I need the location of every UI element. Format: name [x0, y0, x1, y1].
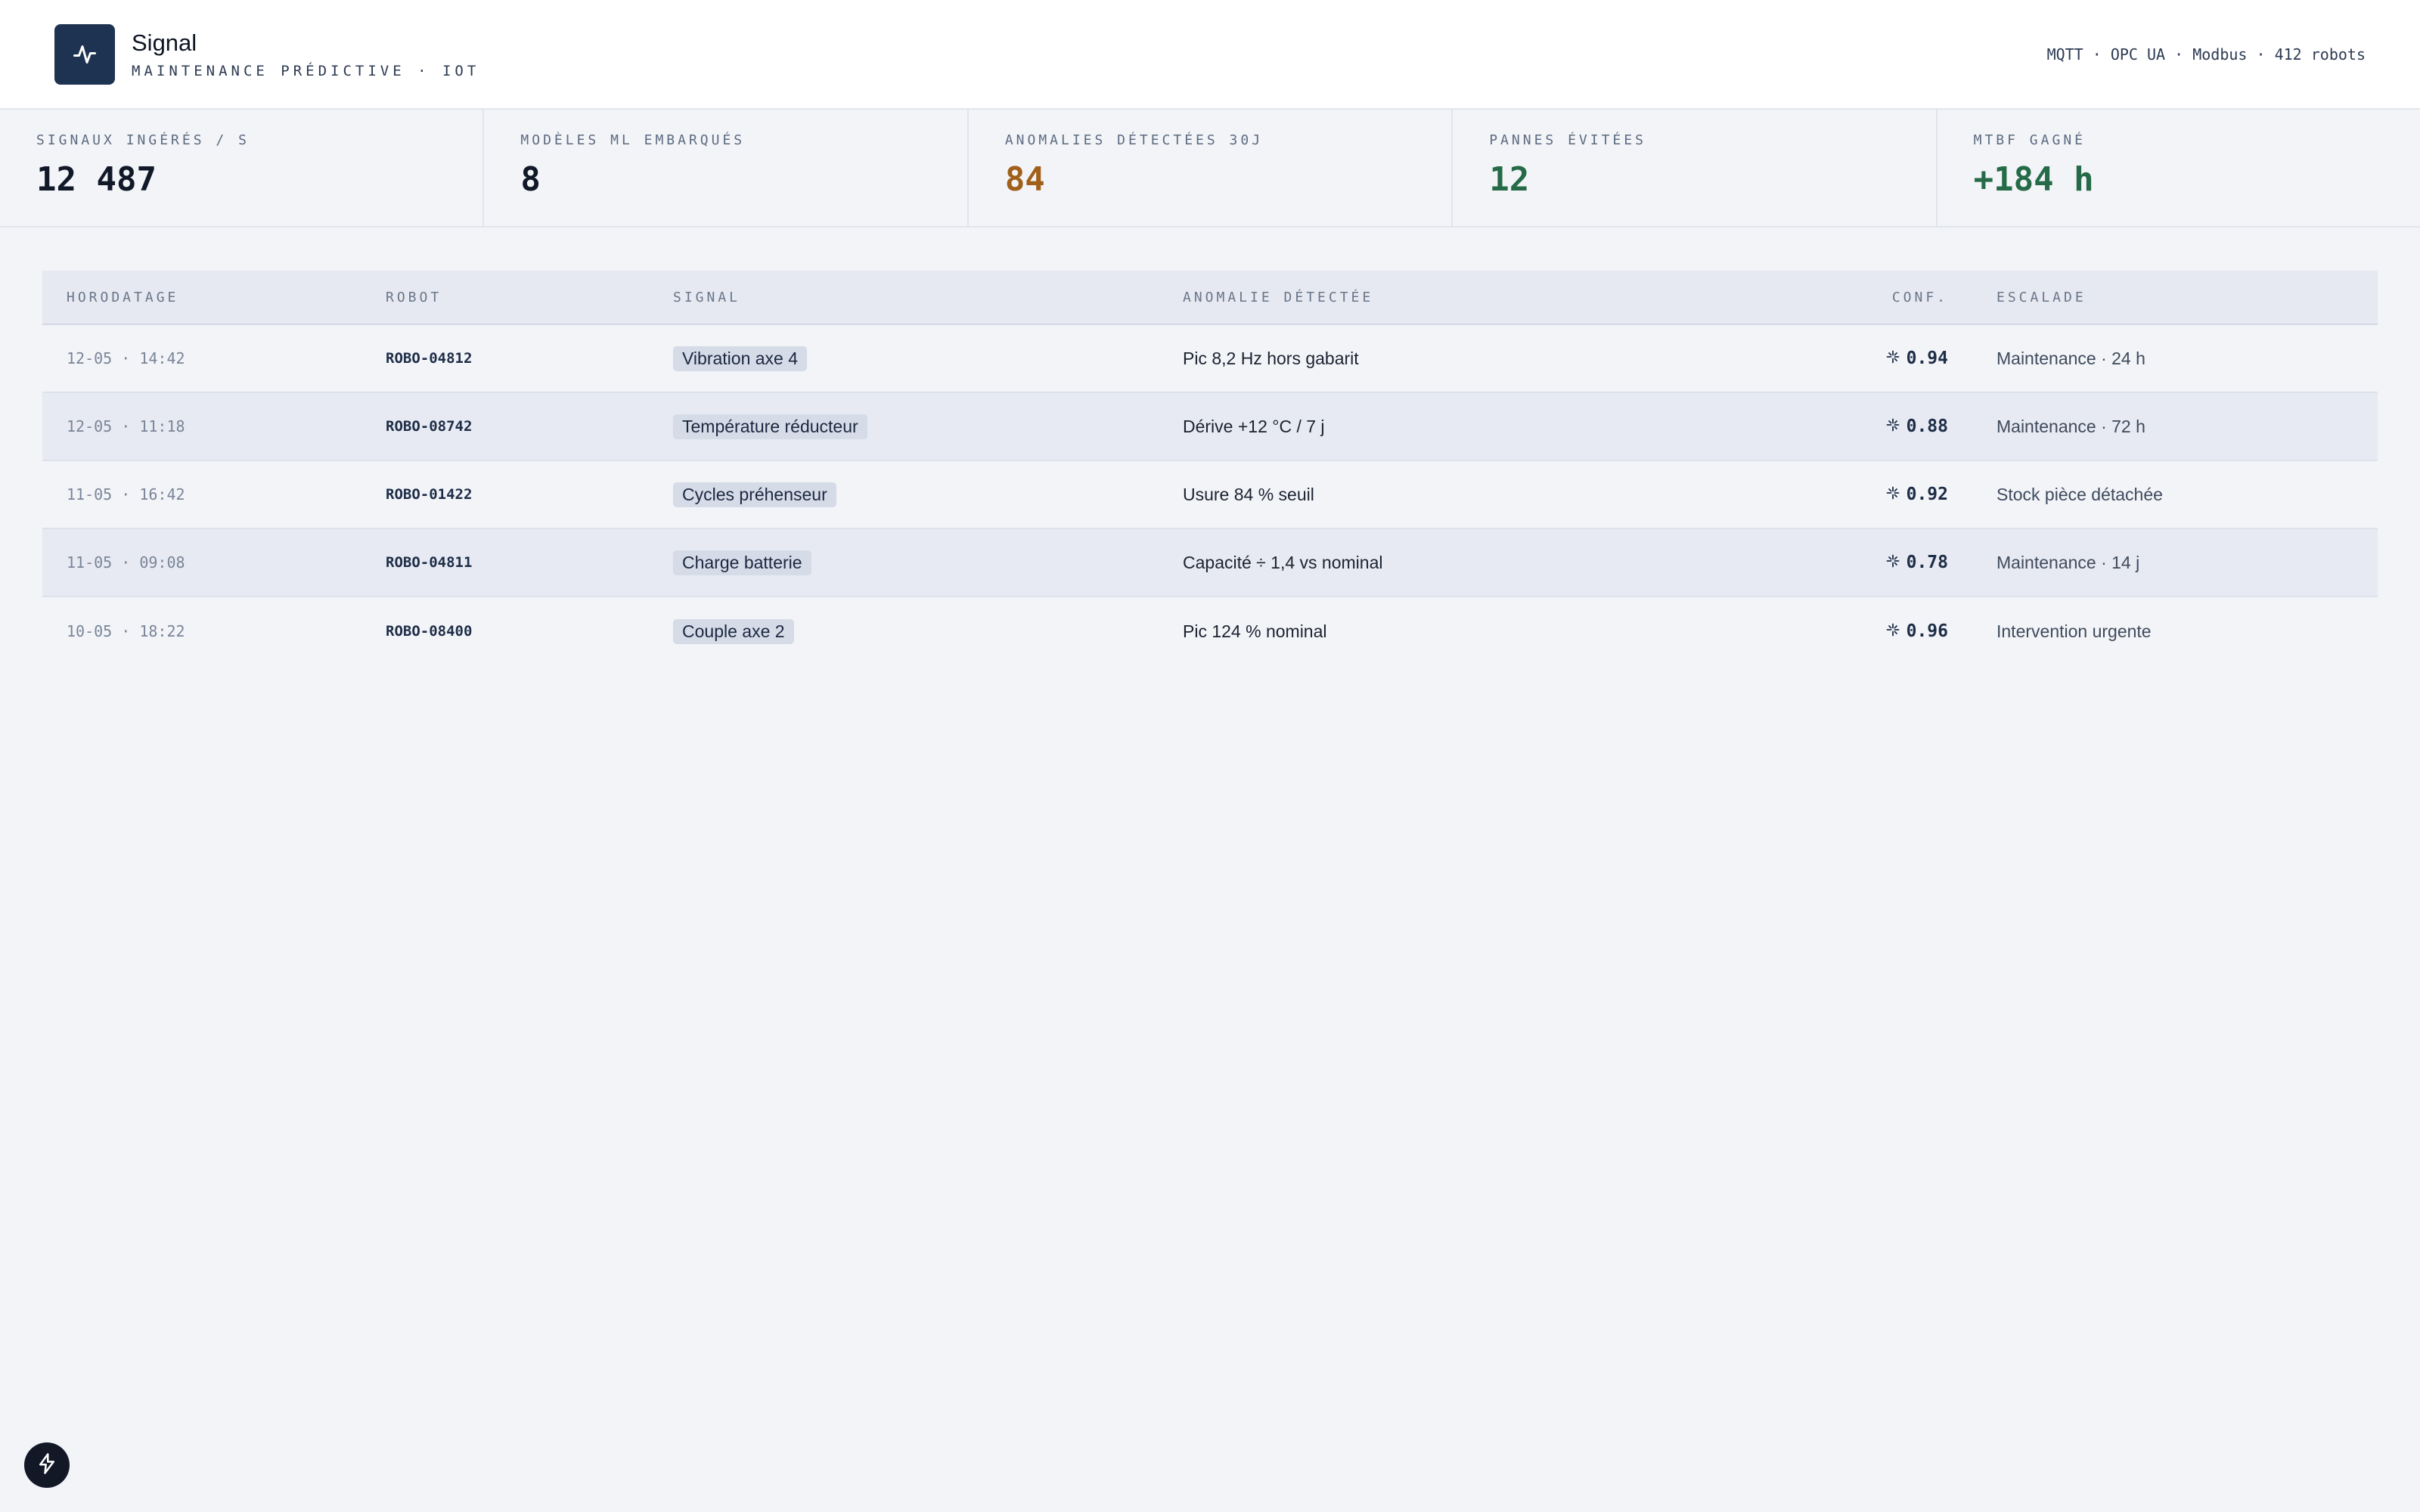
robot-id-cell[interactable]: ROBO-01422	[386, 486, 673, 503]
sparkle-icon	[1885, 622, 1900, 641]
kpi-label: MTBF GAGNÉ	[1973, 132, 2086, 148]
brand[interactable]: Signal MAINTENANCE PRÉDICTIVE · IOT	[54, 23, 480, 85]
confidence-cell: 0.88	[1885, 417, 1948, 436]
kpi-value: 8	[520, 160, 541, 199]
kpi-label: PANNES ÉVITÉES	[1489, 132, 1646, 148]
timestamp-cell: 11-05 · 09:08	[67, 553, 185, 572]
kpi-label: SIGNAUX INGÉRÉS / S	[36, 132, 250, 148]
timestamp-cell: 12-05 · 14:42	[67, 349, 185, 367]
kpi-anomalies: ANOMALIES DÉTECTÉES 30J 84	[969, 110, 1454, 226]
table-body: 12-05 · 14:42 ROBO-04812 Vibration axe 4…	[42, 325, 2378, 665]
signal-tag: Température réducteur	[673, 414, 867, 439]
app-title: Signal	[132, 29, 197, 56]
confidence-cell: 0.92	[1885, 485, 1948, 504]
kpi-label: MODÈLES ML EMBARQUÉS	[520, 132, 746, 148]
kpi-value: +184 h	[1973, 160, 2094, 199]
signal-tag: Vibration axe 4	[673, 345, 808, 371]
table-row[interactable]: 11-05 · 16:42 ROBO-01422 Cycles préhense…	[42, 461, 2378, 529]
signal-tag: Charge batterie	[673, 550, 811, 575]
app-subtitle: MAINTENANCE PRÉDICTIVE · IOT	[132, 62, 480, 79]
robot-id-cell[interactable]: ROBO-04811	[386, 554, 673, 571]
column-header-escalation[interactable]: ESCALADE	[1948, 290, 2378, 305]
column-header-confidence[interactable]: CONF.	[1758, 290, 1948, 305]
escalation-cell: Maintenance · 24 h	[1996, 348, 2145, 368]
anomaly-cell: Dérive +12 °C / 7 j	[1183, 416, 1325, 436]
kpi-strip: SIGNAUX INGÉRÉS / S 12 487 MODÈLES ML EM…	[0, 110, 2420, 228]
confidence-value: 0.92	[1906, 485, 1948, 504]
escalation-cell: Stock pièce détachée	[1996, 484, 2163, 504]
confidence-value: 0.88	[1906, 417, 1948, 436]
confidence-cell: 0.94	[1885, 349, 1948, 368]
confidence-cell: 0.96	[1885, 621, 1948, 641]
sparkle-icon	[1885, 417, 1900, 436]
signal-tag: Cycles préhenseur	[673, 482, 836, 507]
robot-id-cell[interactable]: ROBO-08400	[386, 623, 673, 640]
anomaly-cell: Usure 84 % seuil	[1183, 484, 1314, 504]
robot-id-cell[interactable]: ROBO-04812	[386, 350, 673, 367]
kpi-value: 12	[1489, 160, 1530, 199]
table-header: HORODATAGE ROBOT SIGNAL ANOMALIE DÉTECTÉ…	[42, 271, 2378, 325]
table-row[interactable]: 11-05 · 09:08 ROBO-04811 Charge batterie…	[42, 529, 2378, 597]
anomaly-table: HORODATAGE ROBOT SIGNAL ANOMALIE DÉTECTÉ…	[42, 271, 2378, 665]
anomaly-cell: Pic 124 % nominal	[1183, 621, 1327, 641]
timestamp-cell: 11-05 · 16:42	[67, 485, 185, 503]
kpi-models: MODÈLES ML EMBARQUÉS 8	[484, 110, 969, 226]
sparkle-icon	[1885, 485, 1900, 504]
timestamp-cell: 10-05 · 18:22	[67, 622, 185, 640]
kpi-value: 12 487	[36, 160, 157, 199]
table-row[interactable]: 12-05 · 11:18 ROBO-08742 Température réd…	[42, 393, 2378, 461]
confidence-value: 0.96	[1906, 621, 1948, 641]
protocols-summary: MQTT · OPC UA · Modbus · 412 robots	[2046, 45, 2366, 64]
column-header-robot[interactable]: ROBOT	[386, 290, 673, 305]
kpi-failures-avoided: PANNES ÉVITÉES 12	[1453, 110, 1938, 226]
sparkle-icon	[1885, 349, 1900, 368]
table-row[interactable]: 10-05 · 18:22 ROBO-08400 Couple axe 2 Pi…	[42, 597, 2378, 665]
quick-action-button[interactable]	[24, 1442, 70, 1488]
confidence-value: 0.78	[1906, 553, 1948, 572]
column-header-timestamp[interactable]: HORODATAGE	[42, 290, 386, 305]
anomaly-cell: Capacité ÷ 1,4 vs nominal	[1183, 552, 1383, 572]
sparkle-icon	[1885, 553, 1900, 572]
confidence-value: 0.94	[1906, 349, 1948, 368]
timestamp-cell: 12-05 · 11:18	[67, 417, 185, 435]
escalation-cell: Maintenance · 14 j	[1996, 552, 2140, 572]
robot-id-cell[interactable]: ROBO-08742	[386, 418, 673, 435]
column-header-anomaly[interactable]: ANOMALIE DÉTECTÉE	[1183, 290, 1758, 305]
escalation-cell: Maintenance · 72 h	[1996, 416, 2145, 436]
table-row[interactable]: 12-05 · 14:42 ROBO-04812 Vibration axe 4…	[42, 325, 2378, 393]
bolt-icon	[36, 1452, 58, 1479]
kpi-signals: SIGNAUX INGÉRÉS / S 12 487	[0, 110, 485, 226]
escalation-cell: Intervention urgente	[1996, 621, 2152, 641]
kpi-value: 84	[1004, 160, 1045, 199]
signal-tag: Couple axe 2	[673, 618, 794, 644]
kpi-label: ANOMALIES DÉTECTÉES 30J	[1004, 132, 1264, 148]
app-header: Signal MAINTENANCE PRÉDICTIVE · IOT MQTT…	[0, 0, 2420, 110]
confidence-cell: 0.78	[1885, 553, 1948, 572]
pulse-icon	[54, 23, 115, 85]
kpi-mtbf: MTBF GAGNÉ +184 h	[1938, 110, 2420, 226]
anomaly-cell: Pic 8,2 Hz hors gabarit	[1183, 348, 1359, 368]
column-header-signal[interactable]: SIGNAL	[673, 290, 1183, 305]
